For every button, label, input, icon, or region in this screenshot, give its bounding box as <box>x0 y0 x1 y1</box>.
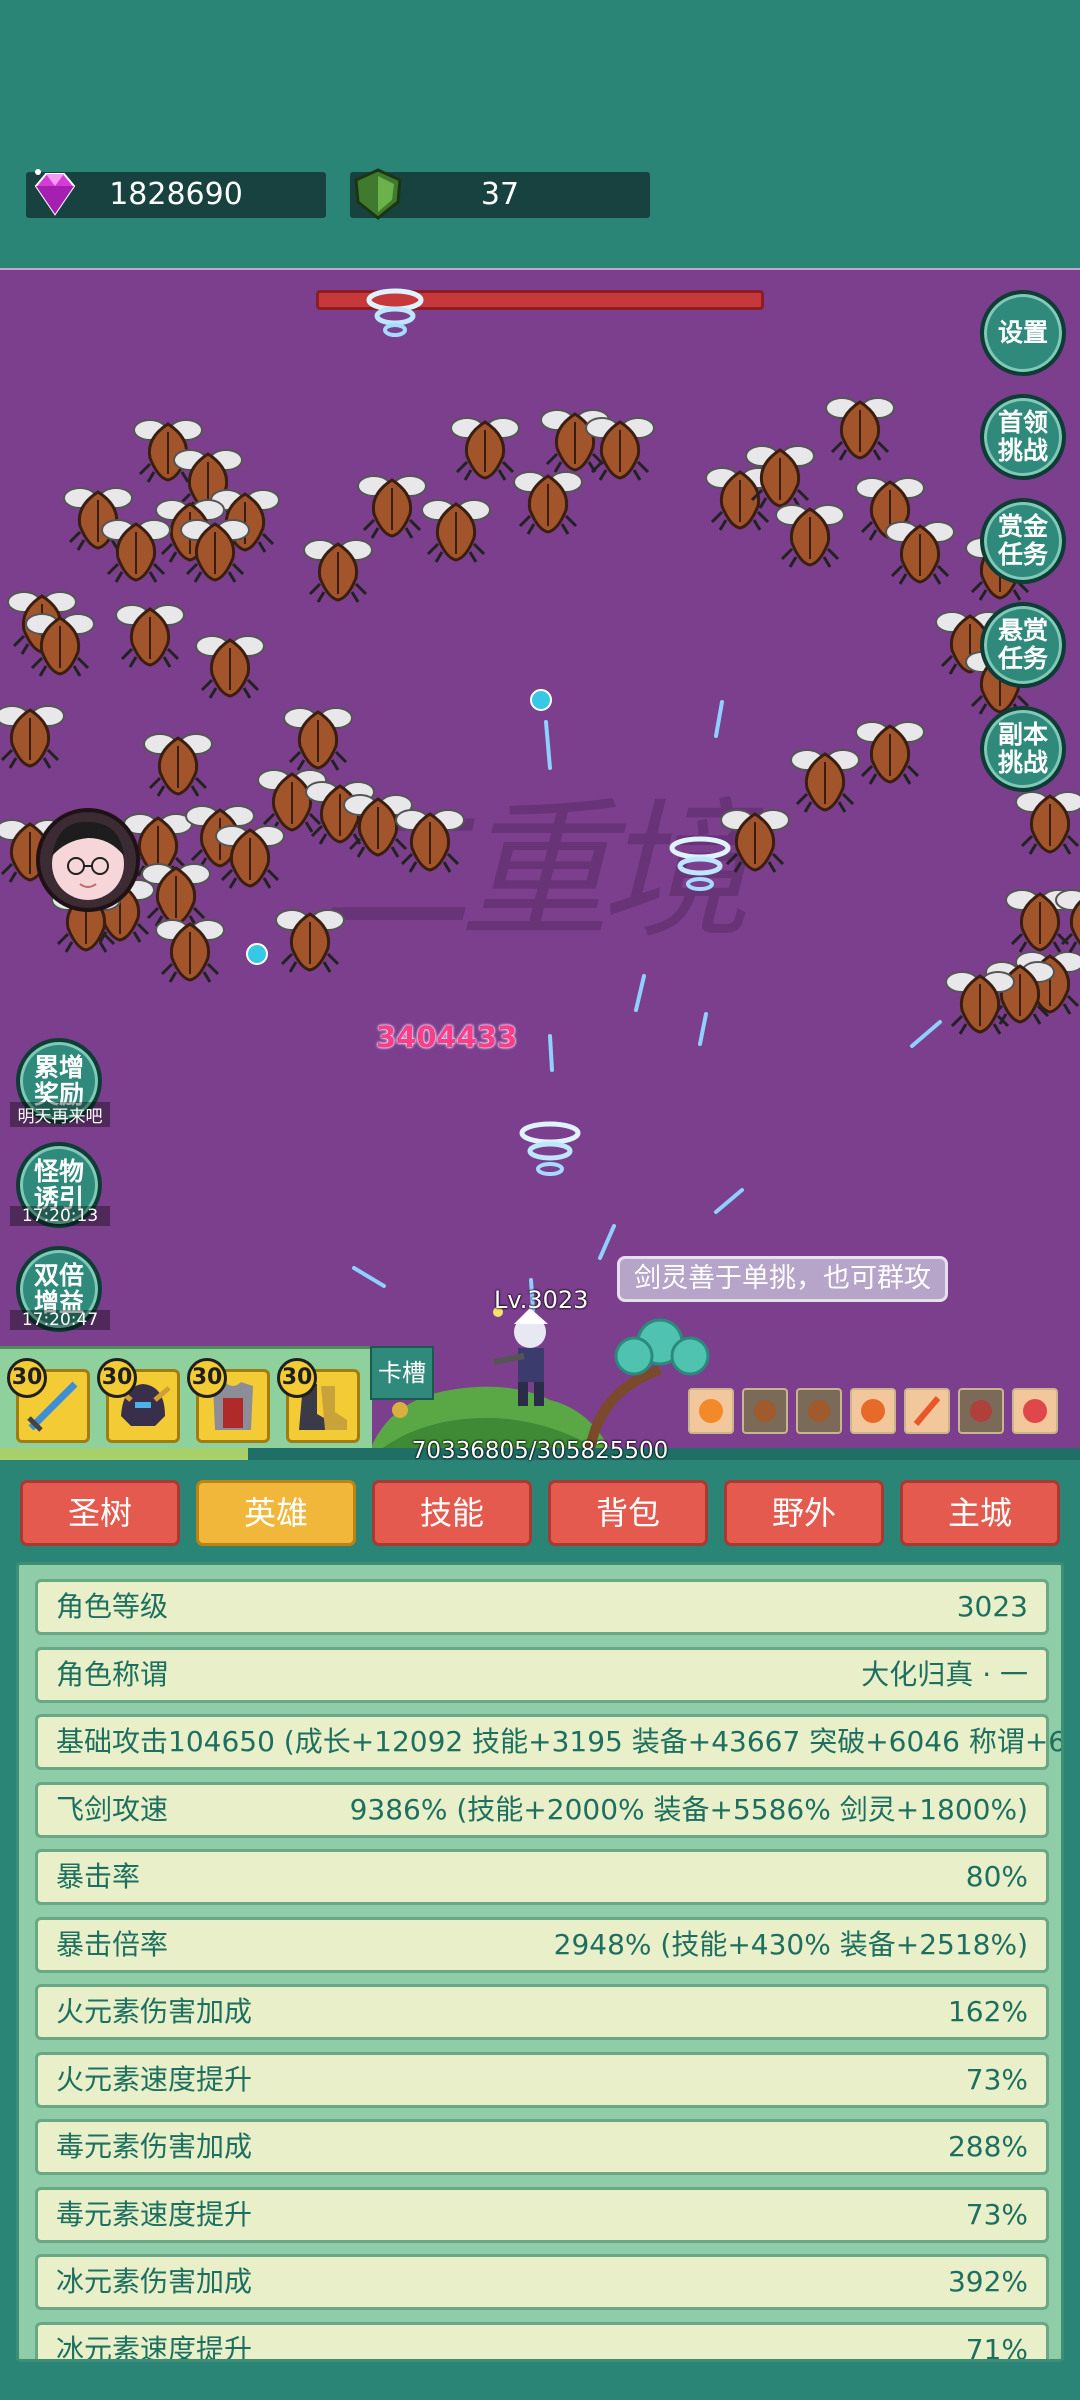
stat-row: 基础攻击104650 (成长+12092 技能+3195 装备+43667 突破… <box>35 1714 1061 1770</box>
skill-slot[interactable] <box>1012 1388 1058 1434</box>
stat-label: 火元素伤害加成 <box>56 1995 253 2028</box>
avatar[interactable] <box>36 808 140 912</box>
stat-value: 大化归真 · 一 <box>861 1657 1028 1691</box>
stat-label: 角色等级 <box>56 1590 169 1623</box>
equip-level-badge: 30 <box>97 1358 137 1398</box>
stat-row: 冰元素伤害加成 392% <box>35 2254 1049 2310</box>
stat-row: 火元素速度提升 73% <box>35 2051 1049 2108</box>
tab-wild[interactable]: 野外 <box>724 1480 884 1546</box>
skill-slot[interactable] <box>958 1388 1004 1434</box>
hero-level: Lv.3023 <box>494 1286 589 1314</box>
fire-skill-icon <box>699 1399 723 1423</box>
tab-hero[interactable]: 英雄 <box>196 1480 356 1546</box>
reward-task-label: 悬赏任务 <box>997 616 1048 673</box>
equip-level-badge: 30 <box>7 1358 47 1398</box>
stat-value: 162% <box>947 1995 1028 2028</box>
stat-row: 毒元素伤害加成 288% <box>35 2119 1049 2175</box>
double-gain-label: 双倍增益 <box>33 1261 84 1317</box>
stat-label: 毒元素伤害加成 <box>56 2130 253 2163</box>
stat-row: 暴击率 80% <box>35 1849 1049 1905</box>
tab-skills[interactable]: 技能 <box>372 1480 532 1546</box>
stat-label: 基础攻击104650 (成长+12092 技能+3195 装备+43667 突破… <box>56 1725 1064 1758</box>
stat-row: 角色等级 3023 <box>35 1579 1049 1635</box>
flame-skill-icon <box>861 1399 885 1423</box>
skill-slot[interactable] <box>850 1388 896 1434</box>
stat-label: 角色称谓 <box>56 1657 169 1691</box>
settings-label: 设置 <box>997 318 1048 347</box>
card-slot-button[interactable]: 卡槽 <box>370 1346 434 1400</box>
stat-label: 火元素速度提升 <box>56 2062 253 2096</box>
stat-value: 73% <box>965 2197 1028 2231</box>
game-screen: 1828690 37 二重境 设置 首领挑战 赏金任务 悬赏任务 副本挑战 累增… <box>0 0 1080 2400</box>
accum-reward-status: 明天再来吧 <box>10 1102 110 1127</box>
hero-character-icon[interactable] <box>484 1302 574 1412</box>
stat-row: 飞剑攻速 9386% (技能+2000% 装备+5586% 剑灵+1800%) <box>35 1781 1049 1838</box>
equip-slot-armor[interactable]: 30 <box>187 1358 270 1443</box>
stat-label: 毒元素速度提升 <box>56 2197 253 2231</box>
skill-slot[interactable] <box>688 1388 734 1434</box>
tab-sacred-tree[interactable]: 圣树 <box>20 1480 180 1546</box>
equip-level-badge: 30 <box>187 1358 227 1398</box>
equip-slot-weapon[interactable]: 30 <box>7 1358 90 1443</box>
gem-value: 1828690 <box>109 177 243 212</box>
stat-row: 冰元素速度提升 71% <box>35 2321 1049 2362</box>
monster-lure-timer: 17:20:13 <box>10 1206 110 1226</box>
stat-label: 暴击率 <box>56 1860 141 1893</box>
boss-challenge-label: 首领挑战 <box>997 408 1048 465</box>
reward-task-button[interactable]: 悬赏任务 <box>980 602 1066 688</box>
bug-skill-icon <box>808 1400 830 1422</box>
stat-label: 冰元素速度提升 <box>56 2332 253 2362</box>
experience-text: 70336805/305825500 <box>411 1438 669 1464</box>
stat-value: 71% <box>965 2332 1028 2362</box>
bug-skill-icon <box>754 1400 776 1422</box>
flame-skill-icon <box>1023 1399 1047 1423</box>
stat-row: 暴击倍率 2948% (技能+430% 装备+2518%) <box>35 1916 1049 1973</box>
stat-row: 火元素伤害加成 162% <box>35 1984 1049 2040</box>
shield-value: 37 <box>480 177 520 212</box>
equipment-bar: 30 30 30 30 <box>0 1346 372 1448</box>
battle-field[interactable]: 二重境 设置 首领挑战 赏金任务 悬赏任务 副本挑战 累增奖励 明天再来吧 怪物… <box>0 268 1080 1448</box>
equip-slot-boots[interactable]: 30 <box>277 1358 360 1443</box>
settings-button[interactable]: 设置 <box>980 290 1066 376</box>
tab-main-city[interactable]: 主城 <box>900 1480 1060 1546</box>
bounty-task-button[interactable]: 赏金任务 <box>980 498 1066 584</box>
stat-value: 392% <box>947 2265 1028 2298</box>
double-gain-timer: 17:20:47 <box>10 1310 110 1330</box>
top-header: 1828690 37 <box>0 0 1080 268</box>
dungeon-challenge-label: 副本挑战 <box>997 720 1048 777</box>
fire-skill-icon <box>913 1396 941 1426</box>
hero-stats-panel[interactable]: 角色等级 3023 角色称谓 大化归真 · 一基础攻击104650 (成长+12092… <box>16 1562 1064 2362</box>
shield-counter: 37 <box>350 168 650 220</box>
equip-level-badge: 30 <box>277 1358 317 1398</box>
stat-value: 80% <box>965 1860 1028 1893</box>
stat-value: 288% <box>947 2130 1028 2163</box>
stat-label: 暴击倍率 <box>56 1927 169 1961</box>
avatar-face-icon <box>52 821 124 900</box>
monster-lure-label: 怪物诱引 <box>33 1157 84 1213</box>
bounty-task-label: 赏金任务 <box>997 512 1048 569</box>
equip-slot-helmet[interactable]: 30 <box>97 1358 180 1443</box>
boss-challenge-button[interactable]: 首领挑战 <box>980 394 1066 480</box>
stat-row: 毒元素速度提升 73% <box>35 2186 1049 2243</box>
stat-label: 飞剑攻速 <box>56 1792 169 1826</box>
hero-speech-bubble: 剑灵善于单挑，也可群攻 <box>617 1256 948 1302</box>
tab-bag[interactable]: 背包 <box>548 1480 708 1546</box>
stat-value: 9386% (技能+2000% 装备+5586% 剑灵+1800%) <box>349 1792 1028 1826</box>
accum-reward-label: 累增奖励 <box>33 1053 84 1109</box>
skill-slot[interactable] <box>904 1388 950 1434</box>
damage-number: 3404433 <box>376 1020 518 1054</box>
skill-slot[interactable] <box>742 1388 788 1434</box>
stat-label: 冰元素伤害加成 <box>56 2265 253 2298</box>
gem-counter: 1828690 <box>26 169 326 218</box>
stat-value: 2948% (技能+430% 装备+2518%) <box>553 1927 1028 1961</box>
skill-slot[interactable] <box>796 1388 842 1434</box>
stat-value: 73% <box>965 2062 1028 2096</box>
bug-skill-icon <box>970 1400 992 1422</box>
stat-row: 角色称谓 大化归真 · 一 <box>35 1646 1049 1703</box>
dungeon-challenge-button[interactable]: 副本挑战 <box>980 706 1066 792</box>
stat-value: 3023 <box>956 1590 1028 1623</box>
